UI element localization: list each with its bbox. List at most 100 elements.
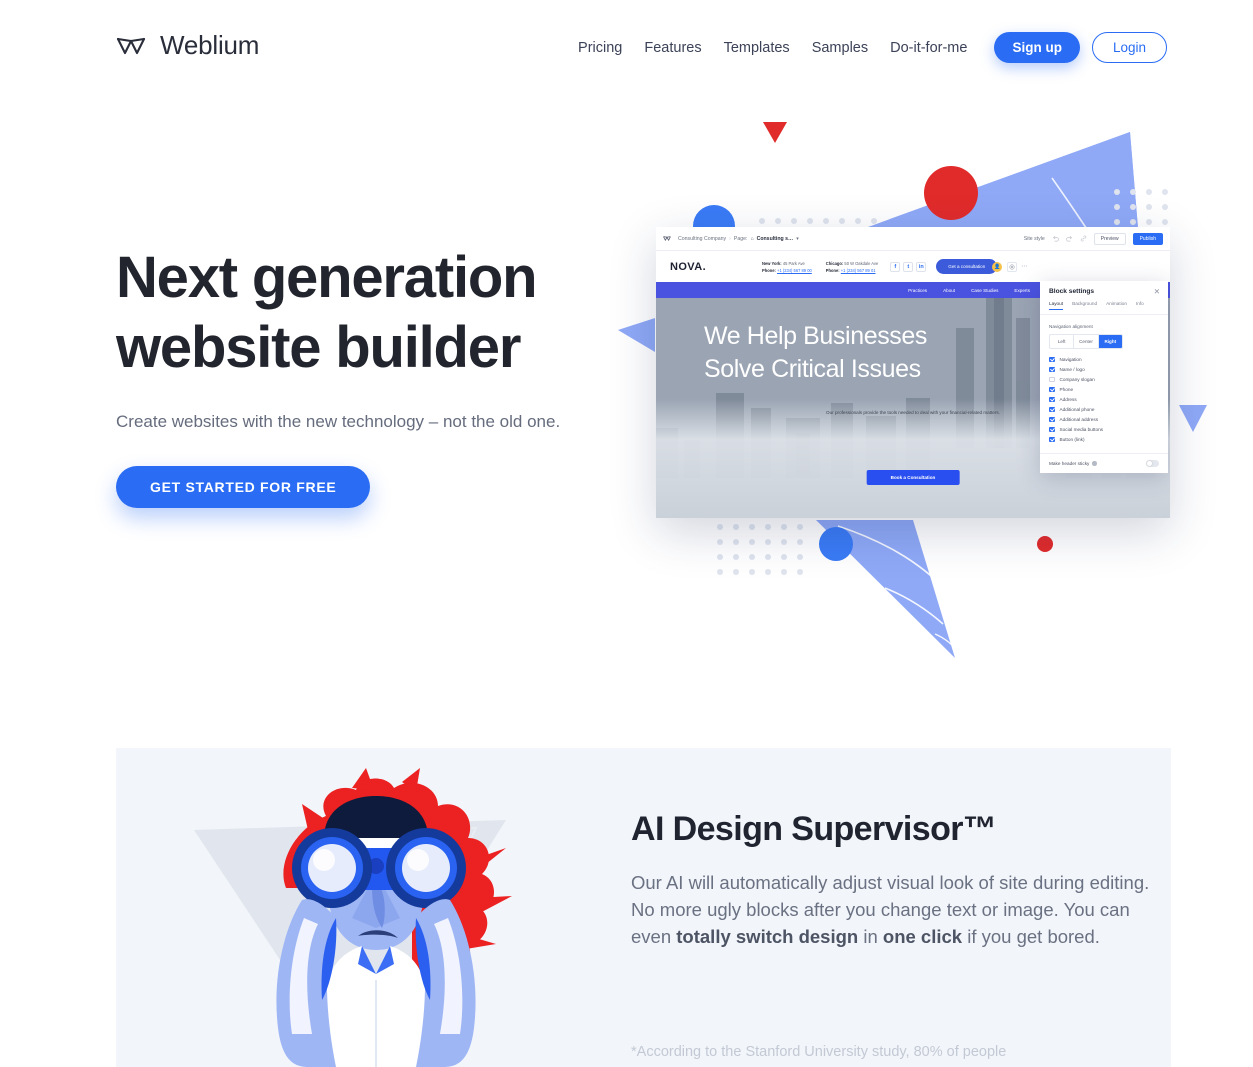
linkedin-icon[interactable]: in bbox=[916, 261, 927, 272]
mock-site-social-buttons: f t in bbox=[890, 261, 927, 272]
chevron-down-icon[interactable]: ▾ bbox=[796, 236, 799, 242]
contact1-city: New York: bbox=[762, 260, 782, 266]
contact2-phone[interactable]: +1 (234) 567 89 01 bbox=[841, 268, 876, 273]
get-a-consultation-button[interactable]: Get a consultation bbox=[936, 259, 998, 274]
feature-body: Our AI will automatically adjust visual … bbox=[631, 869, 1151, 950]
preview-button[interactable]: Preview bbox=[1093, 232, 1126, 245]
align-left-option[interactable]: Left bbox=[1050, 335, 1073, 348]
undo-icon[interactable] bbox=[1052, 235, 1059, 242]
checkbox-label: Address bbox=[1059, 396, 1077, 402]
home-icon: ⌂ bbox=[750, 235, 754, 242]
checkbox-address[interactable]: Address bbox=[1049, 396, 1159, 402]
checkbox-company-slogan[interactable]: Company slogan bbox=[1049, 376, 1159, 382]
checkbox-additional-address[interactable]: Additional address bbox=[1049, 416, 1159, 422]
checkbox-icon[interactable] bbox=[1049, 396, 1055, 402]
breadcrumb-site[interactable]: Consulting Company bbox=[678, 236, 726, 242]
person-with-binoculars-illustration bbox=[194, 768, 512, 1067]
checkbox-icon[interactable] bbox=[1049, 366, 1055, 372]
hero-title-line-2: website builder bbox=[116, 315, 521, 380]
mock-hero-title-line-1: We Help Businesses bbox=[704, 322, 928, 350]
nav-link-do-it-for-me[interactable]: Do-it-for-me bbox=[879, 33, 978, 63]
checkbox-button-link[interactable]: Button (link) bbox=[1049, 436, 1159, 442]
tab-layout[interactable]: Layout bbox=[1049, 301, 1064, 310]
mock-site-contacts: New York: 45 Park Ave Phone: +1 (234) 56… bbox=[762, 260, 878, 274]
book-a-consultation-button[interactable]: Book a Consultation bbox=[866, 470, 960, 485]
mock-nav-case-studies[interactable]: Case Studies bbox=[971, 288, 998, 293]
mock-nav-experts[interactable]: Experts bbox=[1014, 288, 1030, 293]
weblium-w-logo-icon bbox=[663, 236, 671, 241]
checkbox-icon[interactable] bbox=[1049, 376, 1055, 382]
checkbox-social-media-buttons[interactable]: Social media buttons bbox=[1049, 426, 1159, 432]
nav-link-samples[interactable]: Samples bbox=[801, 33, 879, 63]
contact1-phone[interactable]: +1 (234) 567 89 00 bbox=[777, 268, 812, 273]
mock-hero-title-line-2: Solve Critical Issues bbox=[704, 355, 921, 383]
more-dots-icon[interactable]: ⋯ bbox=[1021, 263, 1028, 270]
contact-block-new-york: New York: 45 Park Ave Phone: +1 (234) 56… bbox=[762, 260, 812, 274]
weblium-w-logo-icon bbox=[116, 37, 146, 54]
breadcrumb-page-label: Page: bbox=[733, 235, 748, 242]
checkbox-icon[interactable] bbox=[1049, 436, 1055, 442]
contact2-city: Chicago: bbox=[825, 260, 844, 266]
get-started-button[interactable]: GET STARTED FOR FREE bbox=[116, 466, 371, 508]
breadcrumb-page-name[interactable]: Consulting s… bbox=[757, 236, 794, 242]
gear-icon[interactable] bbox=[1007, 261, 1018, 272]
sticky-toggle[interactable] bbox=[1146, 460, 1159, 467]
mock-nav-about[interactable]: About bbox=[943, 288, 955, 293]
align-center-option[interactable]: Center bbox=[1073, 334, 1097, 348]
hero-subtitle: Create websites with the new technology … bbox=[116, 412, 561, 431]
mock-nav-practices[interactable]: Practices bbox=[908, 288, 927, 293]
nav-link-templates[interactable]: Templates bbox=[713, 33, 801, 63]
nav-link-pricing[interactable]: Pricing bbox=[567, 33, 633, 63]
mock-site-logo: NOVA. bbox=[670, 260, 707, 273]
editor-toolbar: Consulting Company › Page: ⌂ Consulting … bbox=[656, 227, 1170, 251]
contact1-phone-label: Phone: bbox=[762, 267, 776, 273]
checkbox-label: Name / logo bbox=[1059, 366, 1085, 372]
sticky-label: Make header sticky bbox=[1049, 461, 1090, 466]
checkbox-icon[interactable] bbox=[1049, 386, 1055, 392]
facebook-icon[interactable]: f bbox=[890, 261, 901, 272]
tab-animation[interactable]: Animation bbox=[1106, 301, 1127, 310]
navigation-alignment-segmented-control: Left Center Right bbox=[1049, 333, 1123, 349]
redo-icon[interactable] bbox=[1065, 235, 1073, 242]
publish-button[interactable]: Publish bbox=[1132, 232, 1163, 245]
page-title: Next generation website builder bbox=[116, 243, 656, 383]
nav-link-features[interactable]: Features bbox=[633, 33, 712, 63]
breadcrumb-separator-icon: › bbox=[729, 235, 731, 242]
make-header-sticky-row: Make header sticky bbox=[1049, 461, 1097, 466]
hero-title-line-1: Next generation bbox=[116, 245, 538, 310]
checkbox-label: Button (link) bbox=[1059, 436, 1085, 442]
checkbox-navigation[interactable]: Navigation bbox=[1049, 356, 1159, 362]
twitter-icon[interactable]: t bbox=[903, 261, 914, 272]
contact2-phone-label: Phone: bbox=[825, 267, 840, 273]
checkbox-label: Company slogan bbox=[1059, 376, 1095, 382]
contact2-address: 50 W Oakdale Ave bbox=[844, 260, 879, 266]
site-style-label[interactable]: Site style bbox=[1024, 236, 1045, 242]
checkbox-icon[interactable] bbox=[1049, 416, 1055, 422]
panel-title: Block settings bbox=[1049, 288, 1095, 296]
feature-title: AI Design Supervisor™ bbox=[631, 810, 997, 848]
checkbox-phone[interactable]: Phone bbox=[1049, 386, 1159, 392]
user-avatar-icon[interactable]: 👤 bbox=[992, 261, 1003, 272]
info-icon[interactable] bbox=[1092, 461, 1097, 466]
checkbox-icon[interactable] bbox=[1049, 356, 1055, 362]
panel-header: Block settings ✕ bbox=[1040, 281, 1168, 301]
close-icon[interactable]: ✕ bbox=[1154, 288, 1160, 296]
hero-copy: Next generation website builder Create w… bbox=[116, 243, 656, 435]
link-icon[interactable] bbox=[1080, 235, 1087, 242]
checkbox-name-logo[interactable]: Name / logo bbox=[1049, 366, 1159, 372]
logo[interactable]: Weblium bbox=[116, 30, 259, 61]
checkbox-icon[interactable] bbox=[1049, 406, 1055, 412]
align-right-option[interactable]: Right bbox=[1097, 334, 1122, 348]
login-button[interactable]: Login bbox=[1091, 32, 1167, 63]
tab-info[interactable]: Info bbox=[1136, 301, 1144, 310]
navigation-alignment-label: Navigation alignment bbox=[1049, 323, 1093, 329]
checkbox-label: Phone bbox=[1059, 386, 1074, 392]
mock-site-header: NOVA. New York: 45 Park Ave Phone: +1 (2… bbox=[656, 251, 1170, 282]
editor-breadcrumb: Consulting Company › Page: ⌂ Consulting … bbox=[678, 236, 799, 242]
site-header: Weblium Pricing Features Templates Sampl… bbox=[0, 0, 1253, 94]
checkbox-label: Social media buttons bbox=[1059, 426, 1104, 432]
checkbox-additional-phone[interactable]: Additional phone bbox=[1049, 406, 1159, 412]
tab-background[interactable]: Background bbox=[1072, 301, 1097, 310]
signup-button[interactable]: Sign up bbox=[994, 32, 1080, 63]
checkbox-icon[interactable] bbox=[1049, 426, 1055, 432]
